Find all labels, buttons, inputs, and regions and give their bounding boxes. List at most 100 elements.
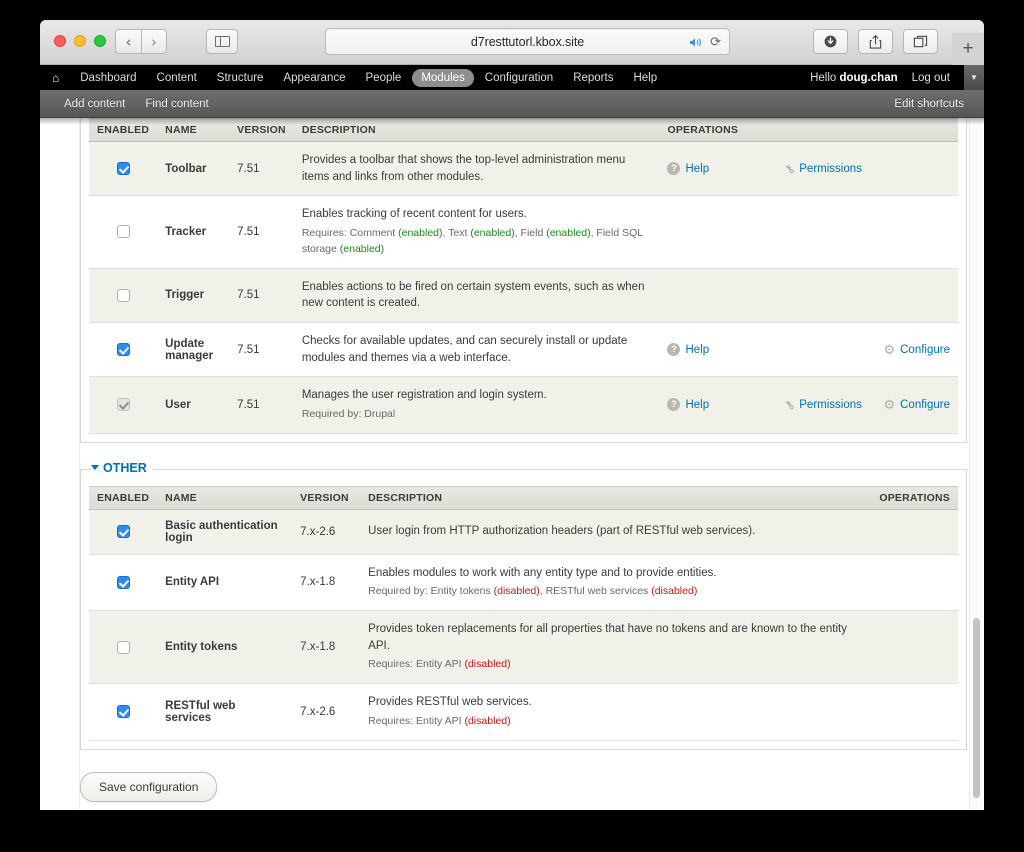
forward-button[interactable]: › [141, 29, 167, 54]
download-button[interactable] [813, 29, 848, 54]
logout-link[interactable]: Log out [912, 72, 950, 84]
enable-checkbox-entity-tokens[interactable] [116, 640, 130, 654]
admin-menu-item-help[interactable]: Help [624, 69, 666, 87]
greeting: Hello doug.chan [810, 72, 898, 84]
module-description-cell: Provides token replacements for all prop… [360, 610, 872, 685]
admin-menu-item-dashboard[interactable]: Dashboard [71, 69, 145, 87]
admin-toolbar: ⌂ Dashboard Content Structure Appearance Peo… [40, 65, 984, 90]
shortcut-add-content[interactable]: Add content [64, 98, 125, 110]
browser-titlebar: ‹ › d7resttutorl.kbox.site ⟳ + [40, 20, 984, 65]
admin-menu-item-content[interactable]: Content [148, 69, 206, 87]
admin-menu-item-reports[interactable]: Reports [564, 69, 622, 87]
permissions-label: Permissions [799, 398, 862, 411]
table-row: Toolbar 7.51 Provides a toolbar that shows… [89, 141, 958, 197]
other-modules-fieldset: OTHER ENABLED NAME VERSION DESCRIPTION O… [80, 460, 967, 750]
minimize-window-button[interactable] [74, 35, 86, 47]
close-window-button[interactable] [54, 35, 66, 47]
sidebar-toggle-button[interactable] [206, 29, 238, 54]
zoom-window-button[interactable] [94, 35, 106, 47]
admin-menu-item-people[interactable]: People [357, 69, 411, 87]
module-operations-cell [659, 195, 958, 269]
permissions-link[interactable]: ⚷ Permissions [782, 397, 883, 413]
admin-menu-item-appearance[interactable]: Appearance [274, 69, 354, 87]
module-enabled-cell [89, 268, 158, 323]
module-description-text: Checks for available updates, and can se… [301, 334, 628, 364]
th-name-other: NAME [157, 485, 293, 510]
module-name-cell: RESTful web services [157, 683, 293, 741]
url-bar[interactable]: d7resttutorl.kbox.site ⟳ [325, 28, 730, 55]
module-description-cell: User login from HTTP authorization heade… [360, 509, 872, 555]
share-button[interactable] [858, 29, 893, 54]
home-icon[interactable]: ⌂ [52, 71, 59, 85]
enable-checkbox-entity-api[interactable] [116, 575, 130, 589]
module-enabled-cell [89, 376, 158, 434]
back-button[interactable]: ‹ [115, 29, 141, 54]
help-icon: ? [667, 343, 681, 357]
th-name: NAME [157, 118, 230, 142]
enable-checkbox-tracker[interactable] [116, 225, 130, 239]
module-description-cell: Enables actions to be fired on certain s… [293, 268, 660, 323]
gear-icon: ⚙ [883, 341, 896, 357]
enable-checkbox-trigger[interactable] [116, 288, 130, 302]
module-operations-cell [871, 509, 958, 555]
page-scrollbar-thumb[interactable] [973, 618, 980, 798]
module-name-cell: User [157, 376, 230, 434]
table-row: Entity tokens 7.x-1.8 Provides token repla… [89, 610, 958, 685]
page-body: ENABLED NAME VERSION DESCRIPTION OPERATI… [40, 118, 984, 810]
enable-checkbox-update-manager[interactable] [116, 343, 130, 357]
table-row: Trigger 7.51 Enables actions to be fired o… [89, 268, 958, 323]
speaker-icon[interactable] [689, 37, 702, 48]
module-version-cell: 7.51 [229, 141, 294, 197]
module-operations-cell [871, 610, 958, 685]
admin-toolbar-right: Hello doug.chan Log out ▼ [810, 65, 984, 90]
enable-checkbox-restful-web-services[interactable] [116, 705, 130, 719]
configure-link[interactable]: ⚙ Configure [883, 342, 950, 358]
module-enabled-cell [89, 554, 158, 612]
module-operations-cell [871, 554, 958, 612]
enable-checkbox-user [116, 398, 130, 412]
admin-menu-item-configuration[interactable]: Configuration [476, 69, 562, 87]
module-enabled-cell [89, 509, 158, 555]
table-row: Update manager 7.51 Checks for available u… [89, 322, 958, 378]
toolbar-collapse-button[interactable]: ▼ [964, 65, 984, 90]
enable-checkbox-toolbar[interactable] [116, 162, 130, 176]
show-tabs-button[interactable] [903, 29, 938, 54]
permissions-link[interactable]: ⚷ Permissions [782, 161, 883, 177]
help-link[interactable]: ? Help [667, 162, 785, 176]
help-label: Help [685, 162, 710, 175]
module-operations-cell: ? Help ⚷ Permissions [659, 141, 958, 197]
admin-menu-item-structure[interactable]: Structure [208, 69, 273, 87]
help-label: Help [685, 343, 710, 356]
edit-shortcuts-link[interactable]: Edit shortcuts [894, 98, 964, 110]
module-version-cell: 7.x-2.6 [292, 683, 361, 741]
th-version: VERSION [229, 118, 294, 142]
module-name-cell: Basic authentication login [157, 509, 293, 555]
th-operations: OPERATIONS [659, 118, 958, 142]
download-icon [824, 35, 837, 48]
th-version-other: VERSION [292, 485, 361, 510]
other-legend[interactable]: OTHER [91, 460, 153, 475]
module-dependency-line: Required by: Entity tokens (disabled), R… [368, 585, 698, 598]
module-version-cell: 7.x-1.8 [292, 610, 361, 685]
admin-menu: Dashboard Content Structure Appearance Peopl… [71, 68, 666, 87]
new-tab-button[interactable]: + [952, 33, 984, 65]
module-dependency-line: Required by: Drupal [301, 407, 396, 420]
help-link[interactable]: ? Help [667, 343, 785, 357]
admin-menu-item-modules[interactable]: Modules [412, 68, 474, 87]
module-name-cell: Trigger [157, 268, 230, 323]
configure-link[interactable]: ⚙ Configure [883, 397, 950, 413]
shortcut-find-content[interactable]: Find content [145, 98, 208, 110]
th-description: DESCRIPTION [293, 118, 660, 142]
module-operations-cell [871, 683, 958, 741]
reload-icon[interactable]: ⟳ [710, 34, 721, 50]
page-scrollbar[interactable] [969, 118, 982, 810]
save-configuration-button[interactable]: Save configuration [80, 771, 218, 802]
operations-links: ? Help ⚙ Configure [667, 342, 950, 358]
enable-checkbox-basic-authentication-login[interactable] [116, 525, 130, 539]
other-modules-table: ENABLED NAME VERSION DESCRIPTION OPERATI… [89, 485, 958, 741]
th-description-other: DESCRIPTION [360, 485, 872, 510]
help-link[interactable]: ? Help [667, 398, 785, 412]
help-label: Help [685, 398, 710, 411]
nav-buttons: ‹ › [115, 29, 167, 54]
module-operations-cell: ? Help ⚷ Permissions ⚙ Configure [659, 376, 958, 434]
